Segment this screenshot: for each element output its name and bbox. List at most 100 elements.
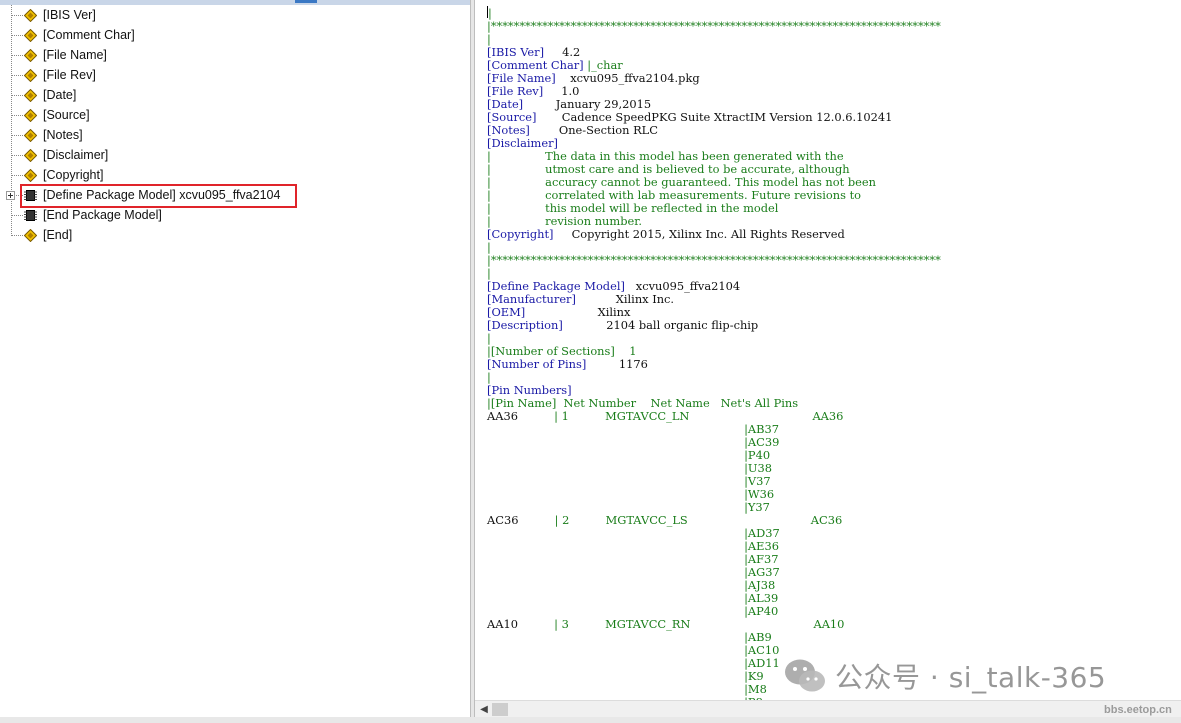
- ibis-comment: |U38: [487, 461, 773, 475]
- tree-header-tab: [295, 0, 317, 3]
- keyword-diamond-icon: [23, 168, 38, 183]
- ibis-keyword: [File Name]: [487, 71, 556, 85]
- ibis-comment: |AB37: [487, 422, 780, 436]
- ibis-comment: |AJ38: [487, 578, 776, 592]
- tree-item[interactable]: [File Rev]: [0, 65, 470, 85]
- window-bottom-edge: [0, 717, 1181, 723]
- ibis-keyword: [Copyright]: [487, 227, 554, 241]
- watermark: 公众号 · si_talk-365: [783, 654, 1106, 698]
- ibis-value: AC36: [487, 513, 555, 527]
- ibis-value: 2104 ball organic flip-chip: [562, 318, 759, 332]
- tree-connector: [11, 235, 23, 236]
- ibis-keyword: [IBIS Ver]: [487, 45, 545, 59]
- tree-item[interactable]: [Disclaimer]: [0, 145, 470, 165]
- wechat-icon: [785, 659, 825, 692]
- tree-connector: [11, 155, 23, 156]
- ibis-value: AA36: [487, 409, 555, 423]
- ibis-comment: |M8: [487, 682, 767, 696]
- ibis-keyword: [Source]: [487, 110, 537, 124]
- ibis-comment: |AB9: [487, 630, 772, 644]
- ibis-comment: |AP40: [487, 604, 779, 618]
- ibis-comment: | utmost care and is believed to be accu…: [487, 162, 850, 176]
- ibis-comment: |***************************************…: [487, 19, 941, 33]
- tree-item[interactable]: [End]: [0, 225, 470, 245]
- ibis-text-view[interactable]: | |**************************************…: [475, 0, 1181, 700]
- ibis-value: 1.0: [543, 84, 580, 98]
- keyword-diamond-icon: [23, 128, 38, 143]
- ibis-keyword: [File Rev]: [487, 84, 544, 98]
- keyword-diamond-icon: [23, 108, 38, 123]
- highlight-annotation: [20, 184, 297, 208]
- tree-connector: [11, 15, 23, 16]
- tree-item-label: [Notes]: [43, 128, 83, 142]
- tree-item-label: [Date]: [43, 88, 77, 102]
- ibis-comment: | 3 MGTAVCC_RN AA10: [554, 617, 845, 631]
- tree-item-label: [Comment Char]: [43, 28, 135, 42]
- tree-item[interactable]: [IBIS Ver]: [0, 5, 470, 25]
- ibis-keyword: [Notes]: [487, 123, 530, 137]
- tree-item[interactable]: [Date]: [0, 85, 470, 105]
- tree-item-label: [File Name]: [43, 48, 107, 62]
- ibis-comment: |[Pin Name] Net Number Net Name Net's Al…: [487, 396, 799, 410]
- horizontal-scrollbar[interactable]: ◀: [475, 700, 1181, 717]
- ibis-keyword: [Disclaimer]: [487, 136, 558, 150]
- ibis-comment: |AC39: [487, 435, 780, 449]
- ibis-comment: |AD11: [487, 656, 780, 670]
- ibis-value: One-Section RLC: [529, 123, 658, 137]
- tree-item-label: [End Package Model]: [43, 208, 162, 222]
- tree-connector: [11, 35, 23, 36]
- ibis-comment: |Y37: [487, 500, 770, 514]
- ibis-comment: |P40: [487, 448, 771, 462]
- ibis-comment: |AE36: [487, 539, 779, 553]
- keyword-diamond-icon: [23, 88, 38, 103]
- keyword-diamond-icon: [23, 68, 38, 83]
- code-line: |: [487, 6, 941, 20]
- ibis-comment: |K9: [487, 669, 764, 683]
- ibis-value: 4.2: [544, 45, 581, 59]
- tree-connector: [11, 175, 23, 176]
- tree-item[interactable]: [File Name]: [0, 45, 470, 65]
- keyword-diamond-icon: [23, 228, 38, 243]
- tree-connector: [11, 215, 23, 216]
- ibis-comment: |: [487, 32, 491, 46]
- tree-item[interactable]: [Comment Char]: [0, 25, 470, 45]
- tree-item[interactable]: [End Package Model]: [0, 205, 470, 225]
- code-line: [Number of Pins] 1176: [487, 358, 941, 371]
- ibis-value: xcvu095_ffva2104.pkg: [555, 71, 700, 85]
- ibis-comment: | The data in this model has been genera…: [487, 149, 844, 163]
- keyword-diamond-icon: [23, 48, 38, 63]
- tree-item[interactable]: [Source]: [0, 105, 470, 125]
- tree-item-label: [Copyright]: [43, 168, 104, 182]
- chip-icon: [24, 209, 37, 222]
- ibis-keyword: [Description]: [487, 318, 563, 332]
- ibis-comment: |AC10: [487, 643, 780, 657]
- tree-item-label: [IBIS Ver]: [43, 8, 96, 22]
- code-line: |***************************************…: [487, 20, 941, 33]
- keyword-diamond-icon: [23, 8, 38, 23]
- ibis-value: Xilinx Inc.: [575, 292, 675, 306]
- ibis-value: Cadence SpeedPKG Suite XtractIM Version …: [536, 110, 893, 124]
- ibis-comment: |AL39: [487, 591, 779, 605]
- ibis-comment: |V37: [487, 474, 771, 488]
- watermark-text: 公众号 · si_talk-365: [835, 661, 1107, 694]
- scroll-thumb[interactable]: [492, 703, 508, 716]
- ibis-keyword: [Comment Char]: [487, 58, 584, 72]
- outline-tree: [IBIS Ver] [Comment Char] [File Name] [File…: [0, 0, 470, 723]
- tree-connector: [11, 55, 23, 56]
- ibis-value: 1176: [586, 357, 648, 371]
- ibis-comment: | 2 MGTAVCC_LS AC36: [554, 513, 843, 527]
- ibis-comment: |W36: [487, 487, 775, 501]
- tree-item-label: [File Rev]: [43, 68, 96, 82]
- tree-item-label: [Disclaimer]: [43, 148, 109, 162]
- keyword-diamond-icon: [23, 148, 38, 163]
- tree-item[interactable]: [Copyright]: [0, 165, 470, 185]
- ibis-keyword: [Date]: [487, 97, 524, 111]
- expand-plus-icon[interactable]: [6, 191, 15, 200]
- ibis-comment: | revision number.: [487, 214, 643, 228]
- tree-item[interactable]: [Notes]: [0, 125, 470, 145]
- ibis-value: January 29,2015: [523, 97, 652, 111]
- code-content: | |**************************************…: [487, 6, 941, 700]
- ibis-comment: |AF37: [487, 552, 779, 566]
- ibis-keyword: [Manufacturer]: [487, 292, 576, 306]
- scroll-left-arrow-icon[interactable]: ◀: [477, 703, 491, 716]
